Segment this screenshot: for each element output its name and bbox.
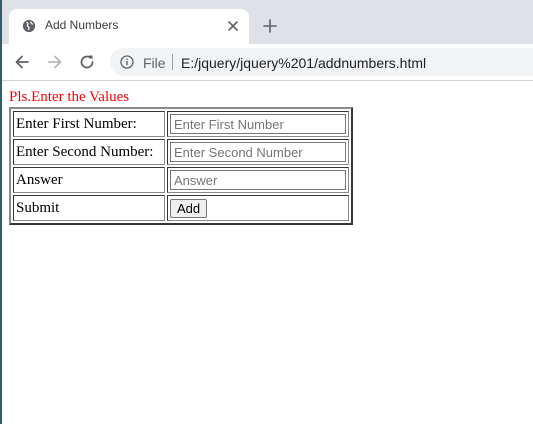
first-number-input[interactable] (170, 114, 346, 134)
omnibox-divider (172, 54, 173, 70)
second-number-input[interactable] (170, 142, 346, 162)
reload-icon[interactable] (78, 53, 96, 71)
first-number-label: Enter First Number: (13, 111, 165, 137)
back-arrow-icon[interactable] (13, 53, 31, 71)
second-number-cell (167, 139, 349, 165)
answer-input[interactable] (170, 170, 346, 190)
globe-icon (22, 19, 36, 33)
answer-label: Answer (13, 167, 165, 193)
table-row: Submit Add (13, 195, 349, 221)
url-text[interactable]: E:/jquery/jquery%201/addnumbers.html (181, 55, 426, 71)
table-row: Answer (13, 167, 349, 193)
scheme-label: File (143, 55, 166, 71)
tab-add-numbers[interactable]: Add Numbers (9, 9, 249, 44)
address-bar[interactable]: File E:/jquery/jquery%201/addnumbers.htm… (110, 48, 533, 76)
plus-icon[interactable] (262, 18, 278, 34)
forward-arrow-icon[interactable] (46, 53, 64, 71)
window-edge (0, 0, 2, 424)
tab-title: Add Numbers (45, 18, 119, 32)
browser-window: Add Numbers File E:/jquery/jquery%201/ad… (0, 0, 533, 424)
submit-label: Submit (13, 195, 165, 221)
add-button[interactable]: Add (170, 198, 208, 218)
toolbar: File E:/jquery/jquery%201/addnumbers.htm… (0, 44, 533, 81)
info-icon[interactable] (120, 55, 134, 69)
close-icon[interactable] (225, 18, 241, 34)
add-numbers-form: Enter First Number: Enter Second Number:… (9, 107, 353, 225)
tab-strip: Add Numbers (0, 0, 533, 44)
table-row: Enter Second Number: (13, 139, 349, 165)
page-prompt: Pls.Enter the Values (9, 89, 130, 105)
first-number-cell (167, 111, 349, 137)
submit-cell: Add (167, 195, 349, 221)
table-row: Enter First Number: (13, 111, 349, 137)
second-number-label: Enter Second Number: (13, 139, 165, 165)
page-content: Pls.Enter the Values Enter First Number:… (0, 81, 533, 424)
answer-cell (167, 167, 349, 193)
